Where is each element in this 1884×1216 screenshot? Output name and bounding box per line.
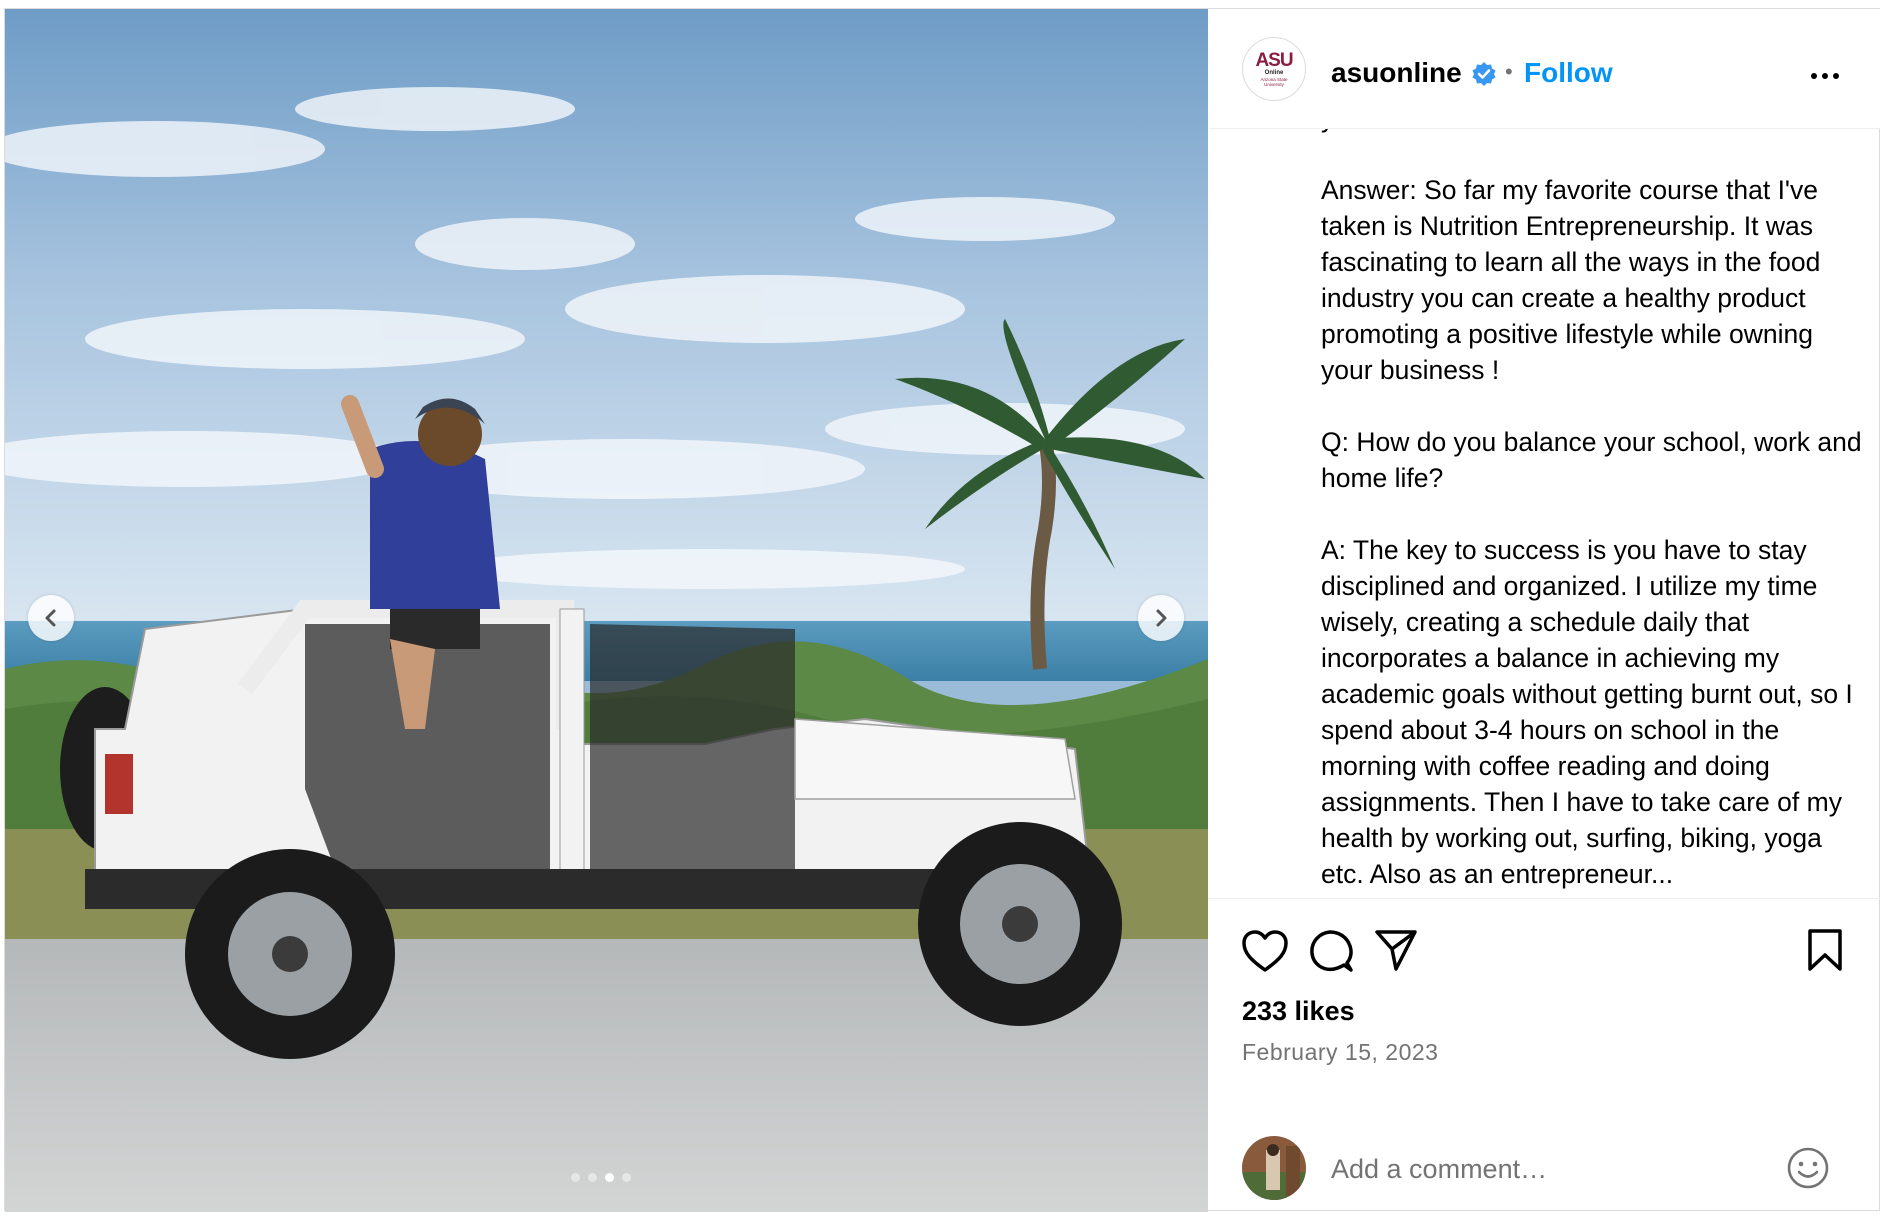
caption-scroll-area[interactable]: you've taken thus far? Answer: So far my… [1209, 129, 1880, 899]
carousel-dot [571, 1173, 580, 1182]
bookmark-icon[interactable] [1805, 927, 1845, 973]
account-avatar[interactable]: ASU Online Arizona State University [1242, 37, 1306, 101]
post-actions: 233 likes February 15, 2023 [1209, 899, 1880, 1200]
account-username[interactable]: asuonline [1331, 57, 1462, 89]
post-caption: you've taken thus far? Answer: So far my… [1321, 129, 1862, 889]
asu-logo-mark: ASU [1255, 49, 1293, 71]
carousel-dot [622, 1173, 631, 1182]
more-options-icon[interactable] [1805, 61, 1845, 91]
post-dialog: ASU Online Arizona State University asuo… [4, 8, 1880, 1212]
share-icon[interactable] [1373, 927, 1419, 973]
comment-input[interactable] [1331, 1151, 1771, 1187]
photo-illustration [5, 9, 1208, 1212]
carousel-dot [605, 1173, 614, 1182]
carousel-dot [588, 1173, 597, 1182]
next-slide-button[interactable] [1138, 595, 1184, 641]
post-sidebar: ASU Online Arizona State University asuo… [1209, 9, 1880, 1212]
comment-icon[interactable] [1307, 927, 1355, 975]
chevron-right-icon [1156, 609, 1167, 627]
asu-logo-line2: Arizona State University [1260, 76, 1288, 87]
likes-count[interactable]: 233 likes [1242, 996, 1355, 1027]
emoji-icon[interactable] [1785, 1145, 1831, 1191]
post-header: ASU Online Arizona State University asuo… [1209, 9, 1880, 129]
asu-logo-line1: Online [1264, 69, 1284, 76]
post-date[interactable]: February 15, 2023 [1242, 1039, 1438, 1066]
heart-icon[interactable] [1241, 929, 1289, 973]
chevron-left-icon [45, 609, 56, 627]
verified-badge-icon [1472, 62, 1496, 86]
previous-slide-button[interactable] [28, 595, 74, 641]
post-photo[interactable] [5, 9, 1208, 1212]
header-separator: • [1505, 59, 1513, 84]
current-user-avatar [1242, 1136, 1306, 1200]
comment-row [1209, 1129, 1880, 1209]
follow-button[interactable]: Follow [1524, 57, 1613, 89]
carousel-indicator [571, 1173, 631, 1182]
